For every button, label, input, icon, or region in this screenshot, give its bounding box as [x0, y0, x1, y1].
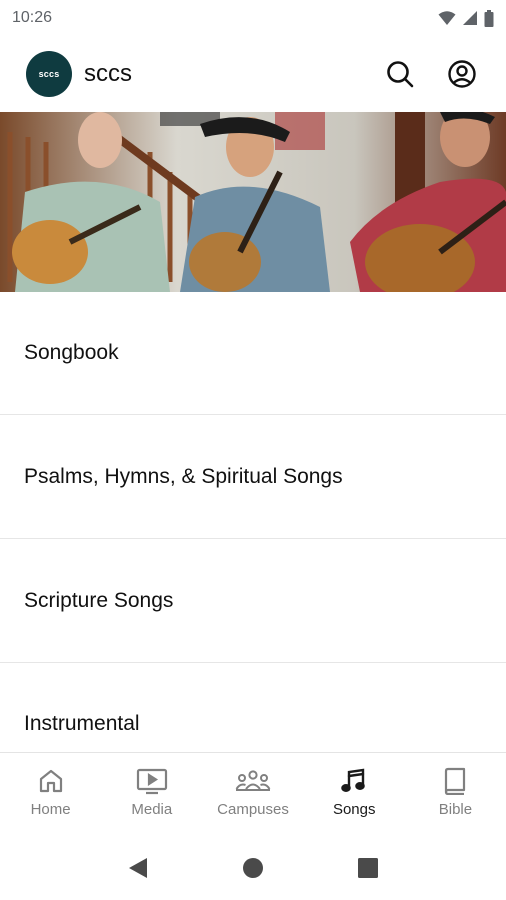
home-circle-icon[interactable] — [241, 856, 265, 880]
app-header: sccs sccs — [0, 36, 506, 112]
nav-songs-label: Songs — [332, 801, 376, 818]
app-title: sccs — [84, 60, 132, 87]
logo-text: sccs — [38, 69, 60, 79]
menu-item-label: Scripture Songs — [24, 588, 174, 612]
status-time: 10:26 — [12, 9, 53, 26]
nav-home[interactable]: Home — [0, 753, 101, 836]
nav-bible[interactable]: Bible — [405, 753, 506, 836]
nav-campuses[interactable]: Campuses — [202, 753, 303, 836]
wifi-icon — [438, 11, 456, 25]
search-button[interactable] — [378, 52, 422, 96]
music-note-icon — [341, 768, 366, 793]
menu-item-label: Instrumental — [24, 712, 140, 735]
sccs-logo[interactable]: sccs — [26, 51, 72, 97]
status-icons — [438, 9, 494, 27]
account-button[interactable] — [440, 52, 484, 96]
recents-square-icon[interactable] — [357, 857, 379, 879]
home-icon — [39, 769, 62, 793]
menu-item-label: Songbook — [24, 341, 119, 364]
system-nav-bar — [0, 836, 506, 900]
back-icon[interactable] — [127, 856, 149, 880]
account-circle-icon — [448, 60, 476, 88]
menu-item-psalms-hymns[interactable]: Psalms, Hymns, & Spiritual Songs — [0, 415, 506, 539]
book-icon — [445, 767, 466, 795]
nav-campuses-label: Campuses — [217, 801, 289, 818]
menu-item-label: Psalms, Hymns, & Spiritual Songs — [24, 464, 343, 488]
banner-photo[interactable] — [0, 112, 506, 292]
menu-item-songbook[interactable]: Songbook — [0, 292, 506, 415]
signal-icon — [463, 11, 477, 25]
nav-media-label: Media — [131, 801, 173, 818]
guitar-players-photo — [0, 112, 506, 292]
nav-bible-label: Bible — [438, 801, 473, 818]
media-icon — [136, 768, 167, 795]
battery-icon — [484, 9, 494, 27]
songs-menu-list: Songbook Psalms, Hymns, & Spiritual Song… — [0, 292, 506, 785]
nav-home-label: Home — [30, 801, 71, 818]
search-icon — [387, 61, 414, 88]
bottom-nav: Home Media Campuses Songs Bible — [0, 752, 506, 836]
menu-item-scripture-songs[interactable]: Scripture Songs — [0, 539, 506, 663]
campuses-icon — [235, 770, 271, 791]
nav-media[interactable]: Media — [101, 753, 202, 836]
status-bar: 10:26 — [0, 0, 506, 36]
nav-songs[interactable]: Songs — [304, 753, 405, 836]
